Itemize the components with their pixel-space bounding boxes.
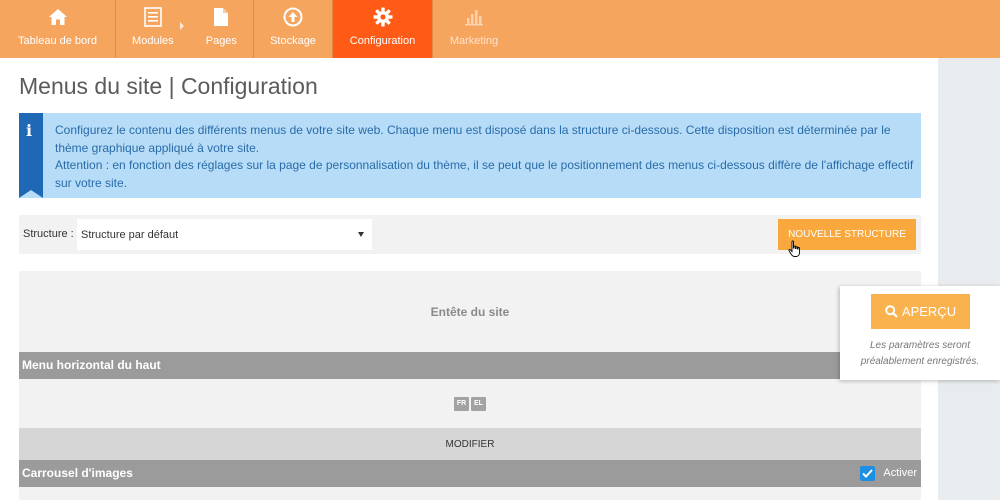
info-strip: i [19,113,43,198]
top-menu-bar: Menu horizontal du haut [19,352,921,379]
preview-note: Les paramètres seront préalablement enre… [860,340,980,367]
structure-select[interactable]: Structure par défaut [77,219,372,250]
nav-label: Modules [132,35,174,47]
site-header-zone: Entête du site [430,304,510,319]
info-box: i Configurez le contenu des différents m… [19,113,921,198]
language-flags: FR EL [19,379,921,428]
top-navigation: Tableau de bord Modules Pages Stockage C… [0,0,1000,58]
search-icon [885,305,898,318]
info-text: Configurez le contenu des différents men… [55,122,915,192]
structure-bar: Structure : Structure par défaut NOUVELL… [19,215,921,254]
nav-label: Configuration [349,35,416,47]
language-fr[interactable]: FR [454,396,469,411]
preview-button[interactable]: APERÇU [871,294,970,329]
preview-panel: APERÇU Les paramètres seront préalableme… [840,286,1000,380]
upload-icon [283,6,303,28]
nav-item-tableau-de-bord[interactable]: Tableau de bord [0,0,116,58]
hand-cursor-icon [788,240,800,257]
structure-label: Structure : [23,228,74,240]
gear-icon [373,6,393,28]
nav-label: Pages [205,35,237,47]
activate-toggle: Activer [860,465,917,481]
structure-select-value: Structure par défaut [81,229,179,241]
nav-label: Marketing [449,35,499,47]
info-line: Configurez le contenu des différents men… [55,123,891,155]
list-icon [144,6,162,28]
nav-item-modules[interactable]: Modules [132,6,174,47]
check-icon [862,468,874,478]
activate-checkbox[interactable] [860,465,876,481]
nav-item-stockage[interactable]: Stockage [254,0,333,58]
bar-chart-icon [464,6,484,28]
nav-item-configuration[interactable]: Configuration [333,0,433,58]
nav-item-pages[interactable]: Pages [206,6,237,47]
home-icon [48,6,68,28]
nav-label: Stockage [270,35,316,47]
modify-button[interactable]: MODIFIER [19,428,921,460]
activate-label: Activer [883,467,917,479]
info-line: Attention : en fonction des réglages sur… [55,158,914,190]
info-icon: i [26,121,33,140]
carousel-bar: Carrousel d'images Activer [19,460,921,487]
caret-down-icon [358,232,364,237]
nav-item-marketing[interactable]: Marketing [433,0,515,58]
nav-group-modules-pages: Modules Pages [116,0,254,58]
preview-button-label: APERÇU [901,304,957,319]
structure-layout: Entête du site Menu horizontal du haut F… [19,271,921,500]
chevron-right-icon [180,22,184,30]
page-title: Menus du site | Configuration [19,73,318,99]
right-side-panel [938,58,1000,500]
carousel-bar-label: Carrousel d'images [22,466,133,480]
nav-label: Tableau de bord [18,35,97,47]
language-el[interactable]: EL [471,396,486,411]
page-icon [213,6,229,28]
